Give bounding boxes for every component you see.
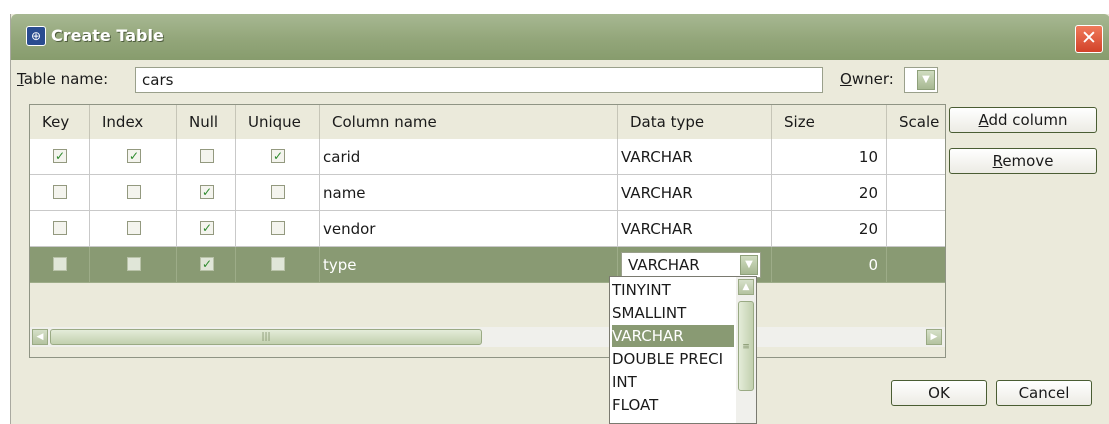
arrow-left-icon[interactable]: ◀ — [32, 329, 48, 345]
size-cell[interactable]: 10 — [772, 139, 887, 175]
scale-cell[interactable] — [887, 211, 945, 247]
null-checkbox[interactable]: ✓ — [200, 221, 214, 235]
null-checkbox[interactable] — [200, 149, 214, 163]
size-cell[interactable]: 20 — [772, 211, 887, 247]
table-name-label: Table name: — [17, 70, 109, 88]
index-checkbox[interactable] — [127, 221, 141, 235]
key-checkbox[interactable]: ✓ — [53, 149, 67, 163]
owner-label: Owner: — [840, 70, 894, 88]
database-icon: ⊕ — [26, 26, 46, 46]
null-cell: ✓ — [177, 247, 236, 283]
unique-checkbox[interactable] — [271, 185, 285, 199]
column-header[interactable]: Unique — [236, 105, 320, 139]
arrow-right-icon[interactable]: ▶ — [926, 329, 942, 345]
columns-grid: Key Index Null Unique Column name Data type Si… — [29, 104, 946, 358]
null-checkbox[interactable]: ✓ — [200, 185, 214, 199]
table-row[interactable]: ✓ ✓ ✓ carid VARCHAR 10 — [30, 139, 945, 175]
table-row[interactable]: ✓ type VARCHAR ▼ 0 — [30, 247, 945, 283]
scale-cell[interactable] — [887, 175, 945, 211]
column-name-cell[interactable]: carid — [320, 139, 618, 175]
unique-checkbox[interactable] — [271, 257, 285, 271]
data-type-cell[interactable]: VARCHAR — [618, 211, 772, 247]
table-row[interactable]: ✓ vendor VARCHAR 20 — [30, 211, 945, 247]
column-name-cell[interactable]: vendor — [320, 211, 618, 247]
column-header[interactable]: Data type — [618, 105, 772, 139]
dropdown-option[interactable]: DOUBLE PRECI — [612, 348, 734, 370]
window-title: Create Table — [51, 26, 164, 45]
dropdown-option[interactable]: INT — [612, 371, 734, 393]
dropdown-option[interactable]: VARCHAR — [612, 325, 734, 347]
scroll-thumb[interactable]: ≡ — [738, 301, 754, 391]
key-checkbox[interactable] — [53, 185, 67, 199]
key-cell — [30, 175, 90, 211]
index-checkbox[interactable]: ✓ — [127, 149, 141, 163]
key-cell — [30, 211, 90, 247]
index-cell — [90, 175, 177, 211]
column-header[interactable]: Column name — [320, 105, 618, 139]
key-cell — [30, 247, 90, 283]
table-name-input[interactable]: cars — [135, 67, 823, 93]
unique-cell — [236, 175, 320, 211]
null-cell: ✓ — [177, 175, 236, 211]
add-column-button[interactable]: Add column — [949, 107, 1097, 133]
remove-button[interactable]: Remove — [949, 148, 1097, 174]
data-type-dropdown-list[interactable]: TINYINT SMALLINT VARCHAR DOUBLE PRECI INT FLO… — [609, 276, 757, 424]
dropdown-option[interactable]: SMALLINT — [612, 302, 734, 324]
index-checkbox[interactable] — [127, 257, 141, 271]
null-cell: ✓ — [177, 211, 236, 247]
horizontal-scrollbar[interactable]: ◀ ||| ▶ — [30, 327, 945, 347]
unique-cell — [236, 211, 320, 247]
create-table-dialog: ⊕ Create Table ✕ Table name: cars Owner:… — [10, 14, 1109, 424]
column-header[interactable]: Size — [772, 105, 887, 139]
data-type-cell[interactable]: VARCHAR — [618, 139, 772, 175]
index-cell — [90, 247, 177, 283]
column-header[interactable]: Null — [177, 105, 236, 139]
key-checkbox[interactable] — [53, 221, 67, 235]
scale-cell[interactable] — [887, 247, 945, 283]
null-checkbox[interactable]: ✓ — [200, 257, 214, 271]
index-checkbox[interactable] — [127, 185, 141, 199]
owner-select[interactable]: ▼ — [904, 67, 938, 93]
chevron-down-icon[interactable]: ▼ — [740, 255, 758, 275]
ok-button[interactable]: OK — [891, 380, 987, 406]
table-row[interactable]: ✓ name VARCHAR 20 — [30, 175, 945, 211]
column-header[interactable]: Key — [30, 105, 90, 139]
index-cell: ✓ — [90, 139, 177, 175]
title-bar: ⊕ Create Table ✕ — [11, 14, 1109, 60]
vertical-scrollbar[interactable]: ▲ ≡ — [736, 277, 756, 423]
chevron-down-icon[interactable]: ▼ — [917, 70, 935, 90]
unique-checkbox[interactable]: ✓ — [271, 149, 285, 163]
unique-cell — [236, 247, 320, 283]
column-header[interactable]: Index — [90, 105, 177, 139]
cancel-button[interactable]: Cancel — [996, 380, 1092, 406]
dropdown-option[interactable]: FLOAT — [612, 394, 734, 416]
key-checkbox[interactable] — [53, 257, 67, 271]
size-cell[interactable]: 20 — [772, 175, 887, 211]
data-type-combobox[interactable]: VARCHAR ▼ — [621, 252, 761, 278]
unique-checkbox[interactable] — [271, 221, 285, 235]
dropdown-option[interactable]: TINYINT — [612, 279, 734, 301]
scroll-thumb[interactable]: ||| — [50, 329, 482, 345]
index-cell — [90, 211, 177, 247]
unique-cell: ✓ — [236, 139, 320, 175]
column-name-cell[interactable]: type — [320, 247, 618, 283]
scale-cell[interactable] — [887, 139, 945, 175]
null-cell — [177, 139, 236, 175]
close-button[interactable]: ✕ — [1075, 25, 1103, 53]
column-name-cell[interactable]: name — [320, 175, 618, 211]
arrow-up-icon[interactable]: ▲ — [738, 279, 754, 295]
key-cell: ✓ — [30, 139, 90, 175]
column-header[interactable]: Scale — [887, 105, 945, 139]
data-type-cell[interactable]: VARCHAR — [618, 175, 772, 211]
size-cell[interactable]: 0 — [772, 247, 887, 283]
